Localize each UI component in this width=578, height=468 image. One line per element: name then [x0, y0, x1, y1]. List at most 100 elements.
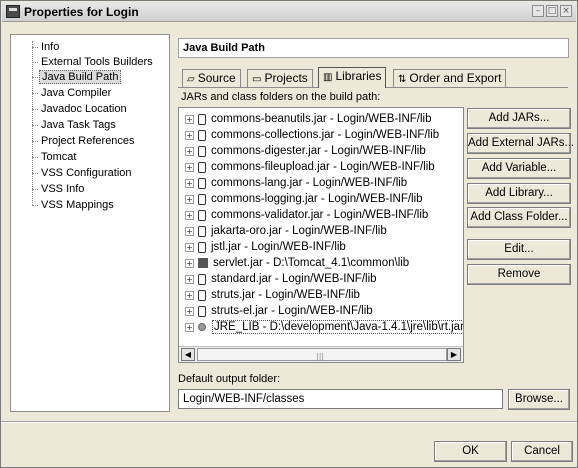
library-label: commons-fileupload.jar - Login/WEB-INF/l…	[211, 161, 435, 173]
tab-libraries[interactable]: ▥ Libraries	[318, 67, 387, 88]
expand-icon[interactable]: +	[185, 114, 194, 124]
grip-icon: |||	[316, 352, 325, 361]
library-row[interactable]: + standard.jar - Login/WEB-INF/lib	[185, 271, 377, 287]
add-external-jars-button[interactable]: Add External JARs...	[467, 133, 574, 154]
tree-branch	[32, 157, 38, 158]
tab-libraries-label: Libraries	[335, 69, 382, 83]
jar-icon	[198, 177, 206, 189]
jar-icon	[198, 193, 206, 205]
add-class-folder-button[interactable]: Add Class Folder...	[467, 207, 571, 228]
nav-item-tomcat[interactable]: Tomcat	[39, 150, 78, 164]
minimize-button[interactable]: –	[532, 5, 544, 17]
expand-icon[interactable]: +	[185, 194, 194, 204]
nav-item-vss-configuration[interactable]: VSS Configuration	[39, 166, 134, 180]
tab-order-and-export[interactable]: ⇅ Order and Export	[393, 69, 507, 87]
nav-item-vss-mappings[interactable]: VSS Mappings	[39, 198, 116, 212]
library-row[interactable]: + JRE_LIB - D:\development\Java-1.4.1\jre…	[185, 319, 463, 335]
tab-source[interactable]: ▱ Source	[182, 69, 241, 87]
jar-icon	[198, 225, 206, 237]
window-title: Properties for Login	[24, 5, 139, 19]
jar-icon	[198, 113, 206, 125]
library-label: jstl.jar - Login/WEB-INF/lib	[211, 241, 346, 253]
tree-branch	[32, 173, 38, 174]
expand-icon[interactable]: +	[185, 226, 194, 236]
library-row[interactable]: + commons-logging.jar - Login/WEB-INF/lib	[185, 191, 423, 207]
scroll-right-icon[interactable]: ▶	[447, 348, 461, 361]
scroll-thumb[interactable]: |||	[197, 348, 447, 361]
libraries-section-label: JARs and class folders on the build path…	[181, 91, 381, 103]
source-folder-icon: ▱	[187, 74, 195, 85]
expand-icon[interactable]: +	[185, 290, 194, 300]
nav-item-info[interactable]: Info	[39, 40, 61, 54]
scroll-left-icon[interactable]: ◀	[181, 348, 195, 361]
tree-branch	[32, 109, 38, 110]
library-row[interactable]: + struts.jar - Login/WEB-INF/lib	[185, 287, 360, 303]
output-folder-label: Default output folder:	[178, 373, 281, 385]
variable-icon	[198, 323, 206, 331]
expand-icon[interactable]: +	[185, 178, 194, 188]
library-row[interactable]: + commons-collections.jar - Login/WEB-INF…	[185, 127, 439, 143]
library-row[interactable]: + jakarta-oro.jar - Login/WEB-INF/lib	[185, 223, 387, 239]
expand-icon[interactable]: +	[185, 322, 194, 332]
library-label: commons-collections.jar - Login/WEB-INF/…	[211, 129, 440, 141]
ok-button[interactable]: OK	[434, 441, 507, 462]
maximize-button[interactable]: □	[546, 5, 558, 17]
library-label: commons-beanutils.jar - Login/WEB-INF/li…	[211, 113, 432, 125]
nav-item-project-references[interactable]: Project References	[39, 134, 137, 148]
library-row[interactable]: + commons-lang.jar - Login/WEB-INF/lib	[185, 175, 407, 191]
library-row[interactable]: + commons-validator.jar - Login/WEB-INF/l…	[185, 207, 428, 223]
jar-icon	[198, 129, 206, 141]
library-label: commons-digester.jar - Login/WEB-INF/lib	[211, 145, 426, 157]
library-label: commons-lang.jar - Login/WEB-INF/lib	[211, 177, 408, 189]
library-label: standard.jar - Login/WEB-INF/lib	[211, 273, 377, 285]
expand-icon[interactable]: +	[185, 146, 194, 156]
horizontal-scrollbar[interactable]: ◀ ||| ▶	[179, 346, 463, 362]
nav-item-java-compiler[interactable]: Java Compiler	[39, 86, 113, 100]
cancel-button[interactable]: Cancel	[511, 441, 573, 462]
tab-order-label: Order and Export	[409, 71, 502, 85]
library-label: struts-el.jar - Login/WEB-INF/lib	[211, 305, 373, 317]
tab-projects-label: Projects	[264, 71, 308, 85]
page-title: Java Build Path	[178, 38, 569, 58]
add-jars-button[interactable]: Add JARs...	[467, 108, 571, 129]
expand-icon[interactable]: +	[185, 242, 194, 252]
tree-branch	[32, 189, 38, 190]
nav-item-external-tools-builders[interactable]: External Tools Builders	[39, 55, 155, 69]
jar-icon	[198, 209, 206, 221]
library-label: commons-logging.jar - Login/WEB-INF/lib	[211, 193, 423, 205]
nav-item-vss-info[interactable]: VSS Info	[39, 182, 86, 196]
tree-branch	[32, 62, 38, 63]
library-row[interactable]: + commons-digester.jar - Login/WEB-INF/li…	[185, 143, 426, 159]
library-label: servlet.jar - D:\Tomcat_4.1\common\lib	[213, 257, 410, 269]
libraries-list[interactable]: + commons-beanutils.jar - Login/WEB-INF/l…	[178, 107, 464, 363]
expand-icon[interactable]: +	[185, 130, 194, 140]
order-icon: ⇅	[398, 74, 407, 85]
expand-icon[interactable]: +	[185, 306, 194, 316]
jar-icon	[198, 241, 206, 253]
expand-icon[interactable]: +	[185, 162, 194, 172]
remove-button[interactable]: Remove	[467, 264, 571, 285]
edit-button[interactable]: Edit...	[467, 239, 571, 260]
tree-branch	[32, 77, 38, 78]
add-library-button[interactable]: Add Library...	[467, 183, 571, 204]
browse-button[interactable]: Browse...	[508, 389, 570, 410]
library-row[interactable]: + servlet.jar - D:\Tomcat_4.1\common\lib	[185, 255, 409, 271]
tab-projects[interactable]: ▭ Projects	[247, 69, 313, 87]
library-row[interactable]: + commons-beanutils.jar - Login/WEB-INF/l…	[185, 111, 432, 127]
title-bar[interactable]: Properties for Login – □ ×	[2, 2, 576, 22]
library-row[interactable]: + jstl.jar - Login/WEB-INF/lib	[185, 239, 346, 255]
close-button[interactable]: ×	[560, 5, 572, 17]
expand-icon[interactable]: +	[185, 258, 194, 268]
expand-icon[interactable]: +	[185, 274, 194, 284]
expand-icon[interactable]: +	[185, 210, 194, 220]
library-label: jakarta-oro.jar - Login/WEB-INF/lib	[211, 225, 387, 237]
library-row[interactable]: + struts-el.jar - Login/WEB-INF/lib	[185, 303, 373, 319]
nav-item-java-build-path[interactable]: Java Build Path	[39, 70, 122, 84]
add-variable-button[interactable]: Add Variable...	[467, 158, 571, 179]
nav-item-javadoc-location[interactable]: Javadoc Location	[39, 102, 129, 116]
output-folder-input[interactable]: Login/WEB-INF/classes	[178, 389, 503, 409]
libraries-icon: ▥	[323, 72, 333, 83]
nav-item-java-task-tags[interactable]: Java Task Tags	[39, 118, 118, 132]
library-row[interactable]: + commons-fileupload.jar - Login/WEB-INF/…	[185, 159, 435, 175]
projects-icon: ▭	[252, 74, 262, 85]
